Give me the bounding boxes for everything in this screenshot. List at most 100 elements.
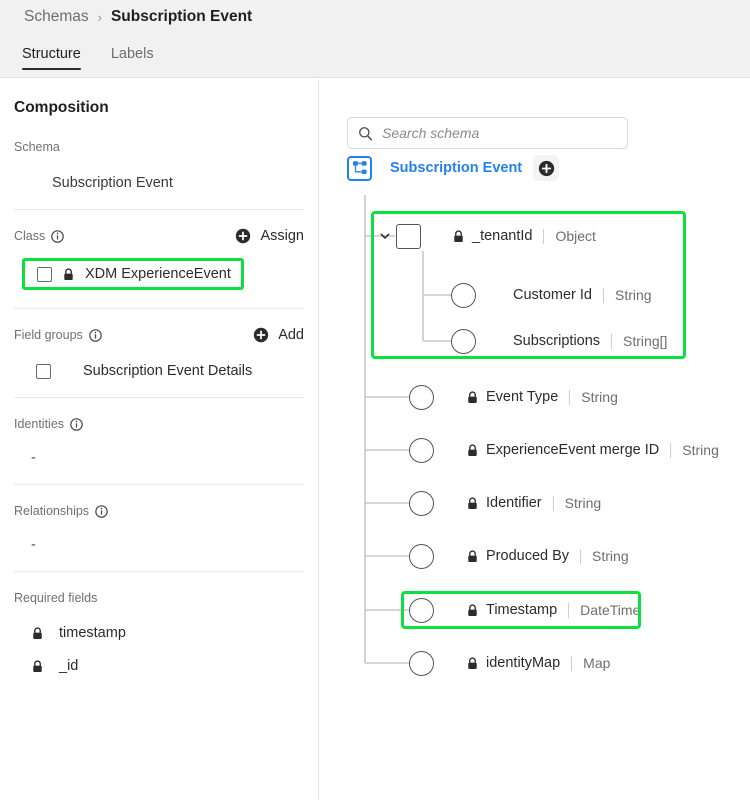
info-icon[interactable] bbox=[95, 505, 108, 518]
lock-icon bbox=[32, 660, 43, 673]
tree-node-label: ExperienceEvent merge ID bbox=[486, 442, 659, 458]
tree-node-shape-field[interactable] bbox=[409, 491, 434, 516]
tree-node-type: String bbox=[581, 389, 618, 405]
required-field-timestamp: timestamp bbox=[14, 625, 304, 641]
tree-node-label: Event Type bbox=[486, 389, 558, 405]
breadcrumb-separator-icon: › bbox=[98, 10, 102, 25]
lock-icon bbox=[63, 268, 74, 281]
tree-node-type: String bbox=[592, 548, 629, 564]
class-item-xdm-experienceevent[interactable]: XDM ExperienceEvent bbox=[22, 258, 244, 290]
identities-section-label: Identities bbox=[14, 417, 64, 431]
tree-node-experienceevent-merge-id[interactable]: ExperienceEvent merge ID String bbox=[409, 435, 719, 465]
lock-icon bbox=[467, 604, 478, 617]
panel-title: Composition bbox=[14, 99, 304, 117]
field-groups-section-label: Field groups bbox=[14, 328, 83, 342]
tree-node-label: Customer Id bbox=[513, 287, 592, 303]
schema-section-label: Schema bbox=[14, 140, 60, 154]
schema-editor-page: Schemas › Subscription Event Structure L… bbox=[0, 0, 750, 800]
type-separator bbox=[611, 334, 612, 349]
add-field-to-root-button[interactable] bbox=[533, 155, 559, 181]
tree-node-shape-field[interactable] bbox=[451, 329, 476, 354]
tree-node-customer-id[interactable]: Customer Id String bbox=[451, 280, 652, 310]
type-separator bbox=[571, 656, 572, 671]
relationships-section-label: Relationships bbox=[14, 504, 89, 518]
tree-node-type: Map bbox=[583, 655, 610, 671]
tree-node-shape-field[interactable] bbox=[451, 283, 476, 308]
type-separator bbox=[568, 603, 569, 618]
section-identities: Identities - bbox=[14, 398, 304, 485]
type-separator bbox=[603, 288, 604, 303]
tree-node-_tenantid[interactable]: _tenantId Object bbox=[379, 221, 596, 251]
field-group-item-subscription-event-details[interactable]: Subscription Event Details bbox=[14, 363, 304, 379]
add-label: Add bbox=[278, 327, 304, 343]
breadcrumb-item-schemas[interactable]: Schemas bbox=[24, 8, 89, 26]
composition-sidebar: Composition Schema Subscription Event Cl… bbox=[0, 79, 318, 800]
tree-root-node[interactable]: Subscription Event bbox=[347, 153, 559, 183]
required-field-label: _id bbox=[59, 658, 78, 674]
section-class: Class Assign bbox=[14, 210, 304, 309]
class-section-label: Class bbox=[14, 229, 45, 243]
tree-node-label: _tenantId bbox=[472, 228, 532, 244]
tree-node-identitymap[interactable]: identityMap Map bbox=[409, 648, 610, 678]
lock-icon bbox=[467, 497, 478, 510]
add-field-group-button[interactable]: Add bbox=[253, 327, 304, 343]
schema-canvas: Subscription Event bbox=[319, 79, 750, 800]
tab-bar: Structure Labels bbox=[22, 46, 154, 70]
section-field-groups: Field groups Add bbox=[14, 309, 304, 398]
schema-hierarchy-icon[interactable] bbox=[347, 156, 372, 181]
assign-label: Assign bbox=[260, 228, 304, 244]
breadcrumb: Schemas › Subscription Event bbox=[24, 8, 252, 26]
info-icon[interactable] bbox=[51, 230, 64, 243]
chevron-down-icon[interactable] bbox=[379, 230, 391, 242]
tree-node-type: String bbox=[615, 287, 652, 303]
assign-class-button[interactable]: Assign bbox=[235, 228, 304, 244]
tab-labels[interactable]: Labels bbox=[111, 46, 154, 70]
type-separator bbox=[670, 443, 671, 458]
info-icon[interactable] bbox=[89, 329, 102, 342]
schema-name-value: Subscription Event bbox=[14, 175, 304, 191]
lock-icon bbox=[467, 391, 478, 404]
tree-root-label[interactable]: Subscription Event bbox=[390, 160, 522, 176]
type-separator bbox=[580, 549, 581, 564]
tree-node-shape-field[interactable] bbox=[409, 544, 434, 569]
tree-node-type: Object bbox=[555, 228, 595, 244]
required-field-label: timestamp bbox=[59, 625, 126, 641]
tree-node-label: Subscriptions bbox=[513, 333, 600, 349]
tab-structure[interactable]: Structure bbox=[22, 46, 81, 70]
tree-node-timestamp[interactable]: Timestamp DateTime bbox=[409, 595, 640, 625]
tree-node-type: String bbox=[565, 495, 602, 511]
breadcrumb-current-subscription-event: Subscription Event bbox=[111, 8, 252, 26]
type-separator bbox=[553, 496, 554, 511]
tree-node-event-type[interactable]: Event Type String bbox=[409, 382, 618, 412]
tree-node-subscriptions[interactable]: Subscriptions String[] bbox=[451, 326, 667, 356]
tree-node-label: Identifier bbox=[486, 495, 542, 511]
tree-node-type: String[] bbox=[623, 333, 667, 349]
tree-node-shape-field[interactable] bbox=[409, 651, 434, 676]
type-separator bbox=[569, 390, 570, 405]
type-separator bbox=[543, 229, 544, 244]
class-item-label: XDM ExperienceEvent bbox=[85, 266, 231, 282]
tree-node-label: Timestamp bbox=[486, 602, 557, 618]
section-relationships: Relationships - bbox=[14, 485, 304, 572]
tree-node-label: Produced By bbox=[486, 548, 569, 564]
page-header: Schemas › Subscription Event Structure L… bbox=[0, 0, 750, 78]
field-group-item-checkbox[interactable] bbox=[36, 364, 51, 379]
lock-icon bbox=[453, 230, 464, 243]
lock-icon bbox=[467, 657, 478, 670]
tree-node-shape-field[interactable] bbox=[409, 598, 434, 623]
tree-node-shape-field[interactable] bbox=[409, 385, 434, 410]
section-required-fields: Required fields timestamp _id bbox=[14, 572, 304, 674]
lock-icon bbox=[32, 627, 43, 640]
plus-circle-icon bbox=[235, 228, 251, 244]
tree-node-identifier[interactable]: Identifier String bbox=[409, 488, 601, 518]
required-field-id: _id bbox=[14, 658, 304, 674]
class-item-checkbox[interactable] bbox=[37, 267, 52, 282]
tree-node-produced-by[interactable]: Produced By String bbox=[409, 541, 629, 571]
tree-node-shape-object[interactable] bbox=[396, 224, 421, 249]
identities-value: - bbox=[14, 450, 304, 466]
field-group-item-label: Subscription Event Details bbox=[63, 363, 252, 379]
info-icon[interactable] bbox=[70, 418, 83, 431]
schema-tree: Subscription Event bbox=[319, 79, 750, 800]
relationships-value: - bbox=[14, 537, 304, 553]
tree-node-shape-field[interactable] bbox=[409, 438, 434, 463]
